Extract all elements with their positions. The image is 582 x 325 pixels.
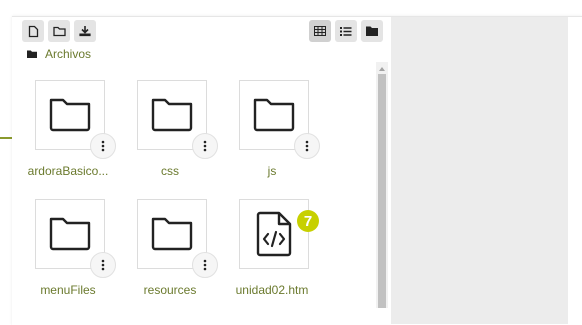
folder-thumbnail — [239, 80, 320, 159]
folder-icon — [151, 98, 193, 132]
kebab-menu-icon — [305, 140, 309, 152]
new-file-icon — [28, 25, 38, 37]
list-view-icon — [340, 27, 352, 36]
preview-pane — [391, 17, 568, 324]
folder-icon — [49, 98, 91, 132]
file-name: resources — [143, 283, 197, 297]
item-menu-button[interactable] — [90, 133, 116, 159]
step-badge: 7 — [297, 210, 319, 232]
scrollbar-thumb[interactable] — [378, 74, 386, 308]
view-toggle-group — [309, 20, 383, 42]
folder-icon — [49, 217, 91, 251]
folder-icon — [151, 217, 193, 251]
breadcrumb: Archivos — [27, 47, 91, 61]
folder-icon — [27, 50, 37, 58]
list-view-button[interactable] — [335, 20, 357, 42]
grid-view-button[interactable] — [309, 20, 331, 42]
scrollbar[interactable] — [376, 62, 388, 308]
item-menu-button[interactable] — [192, 133, 218, 159]
file-name: js — [267, 164, 277, 178]
file-name: menuFiles — [40, 283, 96, 297]
item-menu-button[interactable] — [192, 252, 218, 278]
new-file-button[interactable] — [22, 20, 44, 42]
folder-thumbnail — [137, 199, 218, 278]
scroll-up-arrow-icon[interactable] — [379, 67, 385, 71]
toolbar-actions — [22, 20, 96, 42]
folder-tree-button[interactable] — [361, 20, 383, 42]
folder-thumbnail — [35, 199, 116, 278]
item-menu-button[interactable] — [294, 133, 320, 159]
new-folder-icon — [52, 26, 66, 36]
download-icon — [79, 26, 91, 37]
file-grid-area: ardoraBasico... css js menuFiles resourc… — [18, 62, 390, 308]
folder-thumbnail — [137, 80, 218, 159]
folder-icon — [253, 98, 295, 132]
kebab-menu-icon — [203, 140, 207, 152]
new-folder-button[interactable] — [48, 20, 70, 42]
file-name: ardoraBasico... — [27, 164, 109, 178]
file-name: css — [161, 164, 179, 178]
breadcrumb-label[interactable]: Archivos — [45, 47, 91, 61]
kebab-menu-icon — [101, 259, 105, 271]
folder-thumbnail — [35, 80, 116, 159]
kebab-menu-icon — [101, 140, 105, 152]
item-menu-button[interactable] — [90, 252, 116, 278]
folder-tree-icon — [366, 26, 378, 36]
kebab-menu-icon — [203, 259, 207, 271]
code-file-icon — [256, 211, 292, 257]
file-thumbnail — [239, 199, 309, 269]
file-name: unidad02.htm — [235, 283, 309, 297]
grid-view-icon — [314, 26, 326, 36]
download-button[interactable] — [74, 20, 96, 42]
